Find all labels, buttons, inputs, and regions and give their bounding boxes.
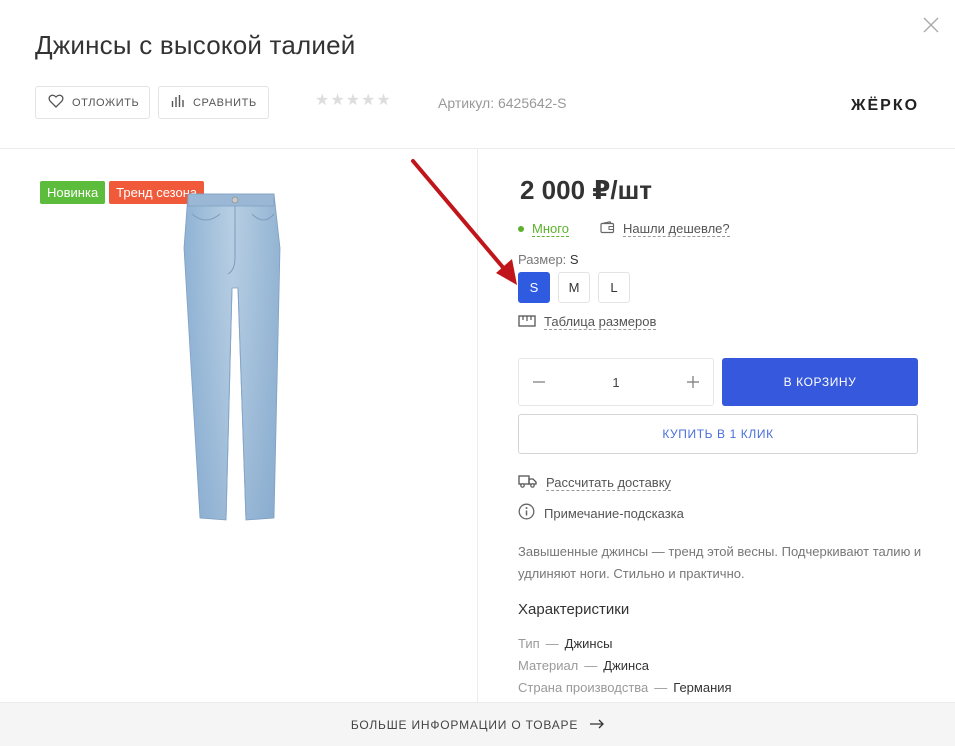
calculate-delivery-text[interactable]: Рассчитать доставку: [546, 475, 672, 491]
bar-chart-icon: [171, 94, 185, 111]
size-label-text: Размер:: [518, 252, 567, 267]
buy-one-click-button[interactable]: КУПИТЬ В 1 КЛИК: [518, 414, 918, 454]
favorite-button[interactable]: ОТЛОЖИТЬ: [35, 86, 150, 119]
found-cheaper-text[interactable]: Нашли дешевле?: [623, 221, 730, 237]
star-icon[interactable]: ★: [376, 92, 390, 110]
truck-icon: [518, 474, 537, 491]
rating-stars[interactable]: ★ ★ ★ ★ ★: [315, 92, 391, 110]
compare-label: СРАВНИТЬ: [193, 96, 257, 109]
add-to-cart-button[interactable]: В КОРЗИНУ: [722, 358, 918, 406]
product-description: Завышенные джинсы — тренд этой весны. По…: [518, 544, 922, 581]
ruler-icon: [518, 314, 536, 330]
star-icon[interactable]: ★: [361, 92, 375, 110]
star-icon[interactable]: ★: [330, 92, 344, 110]
sku-value: 6425642-S: [497, 95, 567, 111]
hint-text: Примечание-подсказка: [544, 505, 684, 521]
brand-logo[interactable]: ЖЁРКО: [851, 97, 919, 115]
column-divider: [477, 149, 478, 702]
more-info-button[interactable]: БОЛЬШЕ ИНФОРМАЦИИ О ТОВАРЕ: [0, 702, 955, 746]
product-header: Джинсы с высокой талией ОТЛОЖИТЬ СРАВНИТ…: [0, 0, 955, 149]
favorite-label: ОТЛОЖИТЬ: [72, 96, 140, 109]
size-option-m[interactable]: M: [558, 272, 590, 303]
arrow-right-icon: [590, 718, 605, 732]
product-price: 2 000 ₽/шт: [520, 175, 653, 205]
calculate-delivery-link[interactable]: Рассчитать доставку: [518, 474, 672, 491]
annotation-arrow-icon: [411, 159, 517, 285]
characteristic-name: Материал: [518, 658, 579, 673]
wallet-icon: [600, 221, 615, 237]
stock-status[interactable]: Много: [518, 221, 569, 237]
sku: Артикул: 6425642-S: [438, 95, 567, 111]
size-table-text[interactable]: Таблица размеров: [544, 314, 657, 330]
more-info-label: БОЛЬШЕ ИНФОРМАЦИИ О ТОВАРЕ: [350, 717, 579, 732]
stock-text[interactable]: Много: [532, 221, 569, 237]
stock-dot-icon: [518, 226, 524, 232]
compare-button[interactable]: СРАВНИТЬ: [158, 86, 269, 119]
size-selector: S M L: [518, 272, 630, 303]
product-image[interactable]: [170, 188, 298, 528]
quantity-input[interactable]: [576, 374, 656, 390]
sku-label: Артикул:: [438, 95, 495, 111]
plus-icon[interactable]: [683, 372, 703, 392]
star-icon[interactable]: ★: [315, 92, 329, 110]
heart-icon: [48, 94, 64, 111]
page-title: Джинсы с высокой талией: [35, 30, 356, 60]
characteristic-name: Тип: [518, 636, 540, 651]
characteristic-value: Джинсы: [564, 636, 613, 651]
hint-note: Примечание-подсказка: [518, 503, 684, 523]
selected-size: S: [569, 252, 579, 267]
minus-icon[interactable]: [529, 372, 549, 392]
characteristics-title: Характеристики: [518, 601, 630, 618]
info-icon: [518, 503, 535, 523]
characteristic-row: Страна производства — Германия: [518, 680, 732, 695]
characteristic-row: Материал — Джинса: [518, 658, 649, 673]
size-option-s[interactable]: S: [518, 272, 550, 303]
characteristic-value: Джинса: [603, 658, 649, 673]
star-icon[interactable]: ★: [346, 92, 360, 110]
characteristic-name: Страна производства: [518, 680, 649, 695]
close-icon[interactable]: [921, 15, 941, 35]
size-label: Размер: S: [518, 252, 579, 267]
found-cheaper-link[interactable]: Нашли дешевле?: [600, 221, 730, 237]
characteristic-row: Тип — Джинсы: [518, 636, 613, 651]
badge-new: Новинка: [40, 181, 106, 204]
quantity-stepper: [518, 358, 714, 406]
size-table-link[interactable]: Таблица размеров: [518, 314, 657, 330]
characteristic-value: Германия: [673, 680, 732, 695]
size-option-l[interactable]: L: [598, 272, 630, 303]
